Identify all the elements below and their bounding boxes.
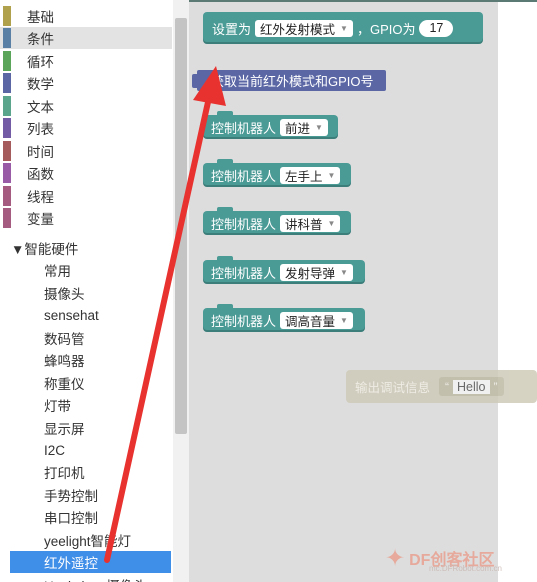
robot-control-block-missile[interactable]: 控制机器人 发射导弹 ▼: [203, 256, 365, 284]
debug-print-label: 输出调试信息: [355, 381, 431, 395]
block-notch: [217, 159, 233, 164]
block-notch: [217, 207, 233, 212]
get-ir-mode-block[interactable]: 获取当前红外模式和GPIO号: [192, 70, 386, 91]
sidebar-scrollbar-thumb[interactable]: [175, 18, 187, 434]
block-notch: [217, 111, 233, 116]
category-color-swatch: [3, 6, 11, 26]
robot-control-label: 控制机器人: [211, 168, 277, 184]
watermark-site: mc.DFRobot.com.cn: [429, 564, 502, 573]
category-label: 函数: [27, 167, 54, 182]
chevron-down-icon: ▼: [340, 23, 348, 33]
category-label: 时间: [27, 145, 54, 160]
robot-control-block-left-hand[interactable]: 控制机器人 左手上 ▼: [203, 159, 351, 187]
category-label: 数学: [27, 77, 54, 92]
hardware-item-yeelight[interactable]: yeelight智能灯: [44, 529, 131, 551]
category-function[interactable]: 函数: [0, 162, 172, 184]
robot-command-value: 讲科普: [285, 217, 323, 232]
chevron-down-icon: ▼: [340, 315, 348, 325]
hardware-category-header[interactable]: ▼智能硬件: [11, 238, 78, 258]
text-string-block[interactable]: “ Hello ”: [439, 377, 504, 396]
robot-command-value: 前进: [285, 121, 311, 136]
set-ir-mode-block[interactable]: 设置为 红外发射模式 ▼ ，GPIO为 17: [203, 12, 483, 44]
category-color-swatch: [3, 186, 11, 206]
hardware-item-buzzer[interactable]: 蜂鸣器: [44, 349, 85, 371]
hardware-item-ir-remote[interactable]: 红外遥控: [10, 551, 171, 573]
string-value-field[interactable]: Hello: [453, 379, 490, 394]
category-text[interactable]: 文本: [0, 95, 172, 117]
category-label: 线程: [27, 190, 54, 205]
watermark: ✦ DF创客社区 mc.DFRobot.com.cn: [385, 534, 537, 582]
chevron-down-icon: ▼: [315, 122, 323, 132]
category-label: 条件: [27, 32, 54, 47]
category-basic[interactable]: 基础: [0, 5, 172, 27]
category-label: 基础: [27, 10, 54, 25]
category-condition[interactable]: 条件: [0, 27, 172, 49]
hardware-item-printer[interactable]: 打印机: [44, 461, 85, 483]
category-label: 列表: [27, 122, 54, 137]
ir-mode-dropdown[interactable]: 红外发射模式 ▼: [255, 19, 353, 37]
robot-control-label: 控制机器人: [211, 265, 277, 281]
block-notch: [217, 256, 233, 261]
chevron-down-icon: ▼: [327, 218, 336, 228]
robot-control-block-forward[interactable]: 控制机器人 前进 ▼: [203, 111, 338, 139]
robot-command-dropdown[interactable]: 讲科普 ▼: [280, 214, 341, 232]
category-label: 变量: [27, 212, 54, 227]
gpio-label: ，GPIO为: [356, 21, 416, 37]
category-list[interactable]: 列表: [0, 117, 172, 139]
workspace-canvas[interactable]: [498, 2, 537, 582]
close-quote-icon: ”: [493, 379, 498, 394]
chevron-down-icon: ▼: [327, 170, 336, 180]
category-color-swatch: [3, 28, 11, 48]
category-color-swatch: [3, 73, 11, 93]
ir-mode-value: 红外发射模式: [260, 22, 336, 37]
category-variable[interactable]: 变量: [0, 207, 172, 229]
hardware-item-display[interactable]: 显示屏: [44, 417, 85, 439]
robot-command-value: 左手上: [285, 169, 323, 184]
category-label: 文本: [27, 100, 54, 115]
category-loop[interactable]: 循环: [0, 50, 172, 72]
robot-command-dropdown[interactable]: 发射导弹 ▼: [280, 263, 353, 281]
hardware-item-scale[interactable]: 称重仪: [44, 372, 85, 394]
hardware-item-digital-tube[interactable]: 数码管: [44, 327, 85, 349]
category-color-swatch: [3, 163, 11, 183]
watermark-logo-icon: ✦: [385, 544, 406, 572]
category-label: 循环: [27, 55, 54, 70]
block-notch: [217, 304, 233, 309]
hardware-item-i2c[interactable]: I2C: [44, 439, 65, 461]
hardware-item-common[interactable]: 常用: [44, 259, 71, 281]
robot-control-label: 控制机器人: [211, 313, 277, 329]
chevron-down-icon: ▼: [340, 267, 348, 277]
category-color-swatch: [3, 51, 11, 71]
robot-control-label: 控制机器人: [211, 120, 277, 136]
get-mode-label: 获取当前红外模式和GPIO号: [211, 74, 374, 89]
hardware-item-gesture[interactable]: 手势控制: [44, 484, 98, 506]
category-thread[interactable]: 线程: [0, 185, 172, 207]
robot-command-value: 调高音量: [285, 314, 336, 329]
category-color-swatch: [3, 118, 11, 138]
category-color-swatch: [3, 208, 11, 228]
category-time[interactable]: 时间: [0, 140, 172, 162]
output-connector: [192, 74, 199, 88]
robot-command-value: 发射导弹: [285, 266, 336, 281]
hardware-item-light-strip[interactable]: 灯带: [44, 394, 71, 416]
category-sidebar: 基础 条件 循环 数学 文本 列表 时间 函数 线程 变量 ▼智能硬件 常用 摄…: [0, 0, 174, 582]
robot-control-label: 控制机器人: [211, 216, 277, 232]
robot-command-dropdown[interactable]: 调高音量 ▼: [280, 311, 353, 329]
robot-control-block-volume[interactable]: 控制机器人 调高音量 ▼: [203, 304, 365, 332]
category-color-swatch: [3, 96, 11, 116]
robot-command-dropdown[interactable]: 左手上 ▼: [280, 166, 341, 184]
category-color-swatch: [3, 141, 11, 161]
robot-command-dropdown[interactable]: 前进 ▼: [280, 118, 328, 136]
set-mode-prefix: 设置为: [212, 21, 252, 37]
hardware-header-label: ▼智能硬件: [11, 242, 79, 257]
gpio-number-field[interactable]: 17: [419, 19, 454, 37]
hardware-item-huskylens[interactable]: Huskylens摄像头: [44, 574, 147, 582]
open-quote-icon: “: [445, 379, 450, 394]
category-math[interactable]: 数学: [0, 72, 172, 94]
hardware-item-camera[interactable]: 摄像头: [44, 282, 85, 304]
hardware-item-sensehat[interactable]: sensehat: [44, 304, 99, 326]
debug-print-block[interactable]: 输出调试信息 “ Hello ”: [346, 370, 537, 403]
robot-control-block-science[interactable]: 控制机器人 讲科普 ▼: [203, 207, 351, 235]
hardware-item-serial[interactable]: 串口控制: [44, 506, 98, 528]
